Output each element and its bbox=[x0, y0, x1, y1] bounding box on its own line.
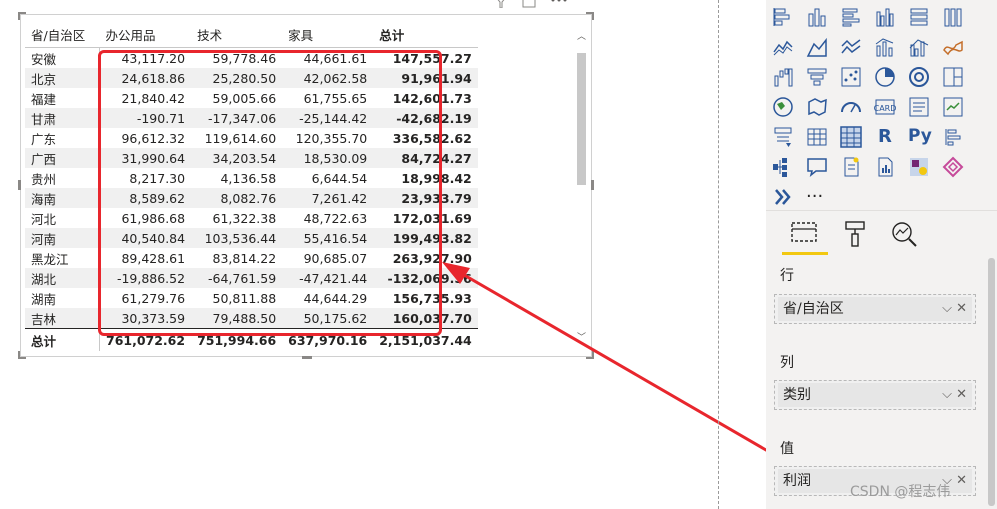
kpi-icon[interactable] bbox=[942, 96, 964, 118]
multi-row-card-icon[interactable] bbox=[908, 96, 930, 118]
r-visual-icon[interactable]: R bbox=[874, 126, 896, 148]
table-icon[interactable] bbox=[806, 126, 828, 148]
filled-map-icon[interactable] bbox=[806, 96, 828, 118]
active-tab-indicator bbox=[782, 252, 828, 255]
scatter-icon[interactable] bbox=[840, 66, 862, 88]
smart-narrative-icon[interactable] bbox=[840, 156, 862, 178]
svg-text:CARD: CARD bbox=[874, 104, 896, 113]
pie-icon[interactable] bbox=[874, 66, 896, 88]
key-influencers-icon[interactable] bbox=[942, 126, 964, 148]
values-field-name: 利润 bbox=[783, 473, 811, 489]
slicer-icon[interactable] bbox=[772, 126, 794, 148]
panel-divider bbox=[766, 210, 997, 211]
matrix-icon[interactable] bbox=[840, 126, 862, 148]
stacked-bar-icon[interactable] bbox=[772, 6, 794, 28]
py-label: Py bbox=[908, 126, 932, 146]
more-options-icon[interactable]: ··· bbox=[806, 186, 828, 208]
columns-field-pill[interactable]: 类别 ⌵ ✕ bbox=[778, 383, 972, 407]
clustered-bar-icon[interactable] bbox=[840, 6, 862, 28]
fields-tab-icon[interactable] bbox=[790, 220, 818, 246]
power-automate-icon[interactable] bbox=[942, 156, 964, 178]
panel-scrollbar[interactable] bbox=[988, 258, 995, 506]
clustered-column-icon[interactable] bbox=[874, 6, 896, 28]
map-icon[interactable] bbox=[772, 96, 794, 118]
stacked-area-icon[interactable] bbox=[840, 36, 862, 58]
more-dots-label: ··· bbox=[806, 186, 824, 207]
visualizations-pane: CARD R Py ··· 行 省/自治区 ⌵ ✕ 列 类别 ⌵ ✕ 值 利润 ⌵ ✕ bbox=[766, 0, 997, 509]
columns-section-label: 列 bbox=[780, 355, 794, 371]
watermark: CSDN @程志伟 bbox=[850, 484, 951, 500]
100pct-column-icon[interactable] bbox=[942, 6, 964, 28]
100pct-bar-icon[interactable] bbox=[908, 6, 930, 28]
qa-icon[interactable] bbox=[806, 156, 828, 178]
funnel-icon[interactable] bbox=[806, 66, 828, 88]
decomposition-tree-icon[interactable] bbox=[772, 156, 794, 178]
area-chart-icon[interactable] bbox=[806, 36, 828, 58]
card-icon[interactable]: CARD bbox=[874, 96, 896, 118]
columns-well[interactable]: 类别 ⌵ ✕ bbox=[774, 380, 976, 410]
chevron-down-icon[interactable]: ⌵ bbox=[942, 301, 952, 316]
remove-icon[interactable]: ✕ bbox=[956, 473, 967, 488]
remove-icon[interactable]: ✕ bbox=[956, 301, 967, 316]
chevron-down-icon[interactable]: ⌵ bbox=[942, 387, 952, 402]
gauge-icon[interactable] bbox=[840, 96, 862, 118]
waterfall-icon[interactable] bbox=[772, 66, 794, 88]
more-visuals-chevron-icon[interactable] bbox=[772, 186, 794, 208]
canvas-separator bbox=[718, 0, 719, 509]
rows-section-label: 行 bbox=[780, 268, 794, 284]
ribbon-chart-icon[interactable] bbox=[942, 36, 964, 58]
format-tab-icon[interactable] bbox=[842, 220, 868, 248]
python-visual-icon[interactable]: Py bbox=[908, 126, 932, 148]
stacked-column-icon[interactable] bbox=[806, 6, 828, 28]
treemap-icon[interactable] bbox=[942, 66, 964, 88]
rows-well[interactable]: 省/自治区 ⌵ ✕ bbox=[774, 294, 976, 324]
values-section-label: 值 bbox=[780, 441, 794, 457]
donut-icon[interactable] bbox=[908, 66, 930, 88]
power-apps-icon[interactable] bbox=[908, 156, 930, 178]
r-label: R bbox=[878, 126, 892, 147]
rows-field-name: 省/自治区 bbox=[783, 301, 844, 317]
paginated-report-icon[interactable] bbox=[874, 156, 896, 178]
remove-icon[interactable]: ✕ bbox=[956, 387, 967, 402]
analytics-tab-icon[interactable] bbox=[890, 220, 918, 248]
line-column-icon[interactable] bbox=[874, 36, 896, 58]
rows-field-pill[interactable]: 省/自治区 ⌵ ✕ bbox=[778, 297, 972, 321]
line-chart-icon[interactable] bbox=[772, 36, 794, 58]
line-clustered-column-icon[interactable] bbox=[908, 36, 930, 58]
columns-field-name: 类别 bbox=[783, 387, 811, 403]
